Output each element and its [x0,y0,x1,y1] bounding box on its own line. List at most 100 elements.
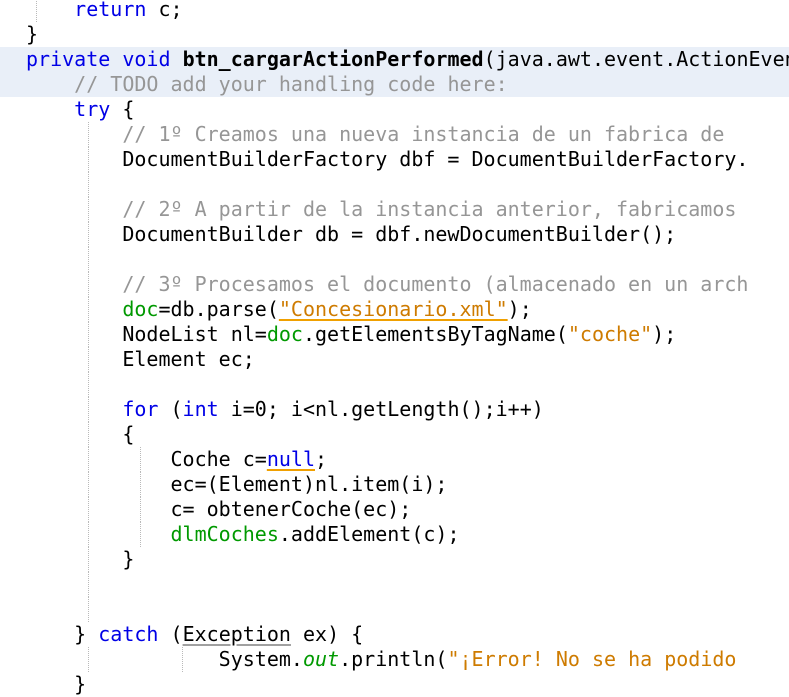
indent-guide [88,397,89,422]
code-text: .getElementsByTagName( [302,322,568,346]
code-text: ex) { [290,622,364,646]
code-line-blank[interactable] [0,247,789,272]
code-text: .println( [339,647,448,671]
code-text: NodeList nl= [122,322,267,346]
indent-guide [88,597,89,622]
indent-guide [140,447,141,472]
code-line[interactable]: ec=(Element)nl.item(i); [0,472,789,497]
indent-guide [88,497,89,522]
comment: // 3º Procesamos el documento (almacenad… [122,272,749,296]
indent-guide [88,547,89,572]
indent-guide [88,247,89,272]
code-line[interactable]: NodeList nl=doc.getElementsByTagName("co… [0,322,789,347]
code-text: ( [158,622,183,646]
indent-guide [88,322,89,347]
indent-guide [88,647,89,672]
code-line[interactable]: dlmCoches.addElement(c); [0,522,789,547]
code-text: } [74,622,99,646]
code-line[interactable]: doc=db.parse("Concesionario.xml"); [0,297,789,322]
method-params: (java.awt.event.ActionEvent [483,47,789,71]
code-line-blank[interactable] [0,572,789,597]
string-literal: "coche" [567,322,653,346]
code-text: =db.parse( [158,297,279,321]
indent-guide [88,197,89,222]
code-line[interactable]: } catch (Exception ex) { [0,622,789,647]
code-line-blank[interactable] [0,372,789,397]
indent-guide [140,522,141,547]
code-text: DocumentBuilderFactory dbf = DocumentBui… [122,147,749,171]
code-text: Element ec; [122,347,255,371]
code-line-method-signature[interactable]: private void btn_cargarActionPerformed(j… [0,47,789,72]
code-line-comment[interactable]: // 3º Procesamos el documento (almacenad… [0,272,789,297]
indent-guide [88,147,89,172]
indent-guide [88,372,89,397]
field-dlmcoches: dlmCoches [170,522,279,546]
code-text: c; [146,0,183,21]
keyword-int: int [182,397,219,421]
code-text: i=0; i<nl.getLength();i++) [218,397,544,421]
code-editor[interactable]: return c; } private void btn_cargarActio… [0,0,789,697]
field-doc: doc [122,297,159,321]
code-line[interactable]: Coche c=null; [0,447,789,472]
code-text: { [110,97,135,121]
comment: // 1º Creamos una nueva instancia de un … [122,122,725,146]
indent-guide [88,272,89,297]
indent-guide [88,347,89,372]
todo-comment: // TODO add your handling code here: [74,72,508,96]
code-text: Coche c= [170,447,267,471]
code-text: ); [652,322,677,346]
keyword-private: private [26,47,111,71]
keyword-return: return [74,0,147,21]
indent-guide [88,172,89,197]
keyword-void: void [122,47,171,71]
code-line-blank[interactable] [0,172,789,197]
exception-type: Exception [182,622,291,646]
indent-guide [36,0,37,22]
code-text: DocumentBuilder db = dbf.newDocumentBuil… [122,222,677,246]
code-line[interactable]: DocumentBuilderFactory dbf = DocumentBui… [0,147,789,172]
opening-brace: { [122,422,135,446]
field-doc: doc [266,322,303,346]
indent-guide [88,422,89,447]
code-text: ); [507,297,532,321]
closing-brace: } [26,22,39,46]
field-out: out [302,647,340,671]
code-text: System. [218,647,303,671]
code-line[interactable]: } [0,672,789,697]
indent-guide [88,472,89,497]
code-line[interactable]: for (int i=0; i<nl.getLength();i++) [0,397,789,422]
code-line[interactable]: Element ec; [0,347,789,372]
code-text: c= obtenerCoche(ec); [170,497,412,521]
code-line[interactable]: System.out.println("¡Error! No se ha pod… [0,647,789,672]
code-text: .addElement(c); [278,522,460,546]
indent-guide [88,122,89,147]
code-line[interactable]: DocumentBuilder db = dbf.newDocumentBuil… [0,222,789,247]
indent-guide [88,447,89,472]
indent-guide [88,297,89,322]
keyword-try: try [74,97,111,121]
code-line-comment[interactable]: // 1º Creamos una nueva instancia de un … [0,122,789,147]
closing-brace: } [122,547,135,571]
code-line-comment[interactable]: // TODO add your handling code here: [0,72,789,97]
indent-guide [140,497,141,522]
code-line[interactable]: try { [0,97,789,122]
string-literal: "Concesionario.xml" [278,297,508,321]
code-text: ec=(Element)nl.item(i); [170,472,448,496]
code-line[interactable]: } [0,22,789,47]
indent-guide [140,472,141,497]
code-line[interactable]: c= obtenerCoche(ec); [0,497,789,522]
keyword-catch: catch [98,622,159,646]
code-line[interactable]: { [0,422,789,447]
indent-guide [88,222,89,247]
string-literal: "¡Error! No se ha podido [447,647,737,671]
code-line[interactable]: } [0,547,789,572]
code-text: ; [315,447,328,471]
comment: // 2º A partir de la instancia anterior,… [122,197,737,221]
code-line-blank[interactable] [0,597,789,622]
closing-brace: } [74,672,87,696]
code-line[interactable]: return c; [0,0,789,22]
code-text: ( [158,397,183,421]
code-line-comment[interactable]: // 2º A partir de la instancia anterior,… [0,197,789,222]
indent-guide [88,572,89,597]
indent-guide [182,647,183,672]
